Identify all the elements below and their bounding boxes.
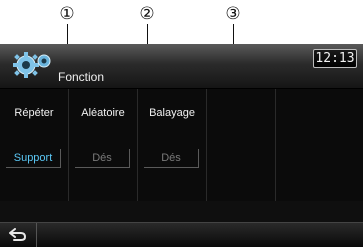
callout-2: ② [139,4,155,24]
callout-1: ① [59,4,75,24]
tile-scan-value: Dés [144,149,199,168]
callout-3: ③ [225,4,241,24]
function-tiles: Répéter Support Aléatoire Dés Balayage D… [0,89,363,201]
tile-repeat-label: Répéter [14,107,54,119]
title-bar: Fonction 12:13 [0,44,363,89]
tile-random-value: Dés [75,149,130,168]
bottom-bar [0,222,363,247]
tile-empty-1 [207,89,276,201]
screen-title: Fonction [58,70,105,84]
tile-random[interactable]: Aléatoire Dés [69,89,138,201]
function-screen: Fonction 12:13 Répéter Support Aléatoire… [0,44,363,247]
tile-scan-label: Balayage [149,107,195,119]
clock-display: 12:13 [313,49,357,68]
tile-repeat-value: Support [6,149,61,168]
tile-random-label: Aléatoire [81,107,125,119]
back-arrow-icon [9,228,27,241]
tile-scan[interactable]: Balayage Dés [138,89,207,201]
back-button[interactable] [0,223,37,247]
tile-repeat[interactable]: Répéter Support [0,89,69,201]
gear-icon [13,52,51,78]
